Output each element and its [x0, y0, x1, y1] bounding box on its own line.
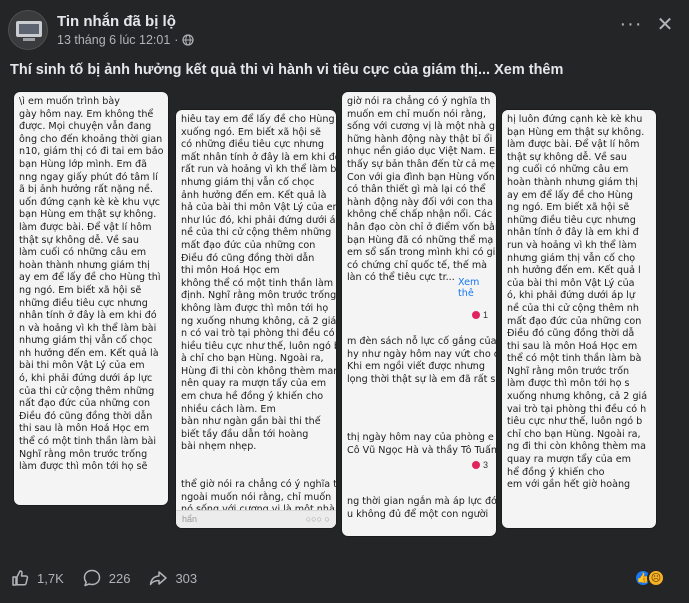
photo-4[interactable]: hị luôn đứng cạnh kè kè khu bạn Hùng em … [502, 110, 656, 528]
photo-3-see-more: Xem thê [458, 277, 480, 299]
photo-3-mid-text: m đèn sách nỗ lực cố gắng của hy như ngà… [347, 336, 496, 385]
comment-icon [83, 569, 100, 587]
thumbs-up-icon [12, 570, 29, 586]
photo-1-text: \ì em muốn trình bày gày hôm nay. Em khô… [19, 96, 164, 473]
close-icon[interactable]: ✕ [651, 12, 679, 36]
like-button[interactable]: 1,7K [10, 568, 64, 588]
see-more-link[interactable]: Xem thêm [494, 62, 563, 78]
photo-3-lower-text: thị ngày hôm nay của phòng e Cô Vũ Ngọc … [347, 432, 496, 456]
sad-reaction-icon: ☹ [647, 569, 665, 587]
photo-2-text: hiêu tay em để lấy đề cho Hùng thì xuống… [181, 114, 336, 528]
heart-icon [471, 311, 480, 319]
photo-3-reactions-2: 3 [471, 460, 488, 470]
post-caption: Thí sinh tố bị ảnh hưởng kết quả thi vì … [10, 62, 563, 78]
photo-2[interactable]: hiêu tay em để lấy đề cho Hùng thì xuống… [176, 110, 336, 528]
action-bar: 1,7K 226 303 [10, 568, 197, 588]
post-meta: 13 tháng 6 lúc 12:01 · [57, 33, 195, 47]
author-name[interactable]: Tin nhắn đã bị lộ [57, 13, 194, 30]
page-avatar[interactable] [8, 10, 48, 50]
meta-separator: · [174, 33, 179, 47]
photo-4-text: hị luôn đứng cạnh kè kè khu bạn Hùng em … [507, 114, 648, 491]
photo-3-bottom-text: ng thời gian ngắn mà áp lực đó u không đ… [347, 496, 496, 520]
photo-2-bar-right: ○○○ ○ [305, 514, 330, 524]
share-icon [150, 571, 168, 586]
photo-3-reactions-1: 1 [471, 310, 488, 320]
comment-count: 226 [108, 570, 131, 586]
globe-icon [182, 34, 195, 46]
comment-button[interactable]: 226 [82, 568, 131, 588]
post-header: Tin nhắn đã bị lộ 13 tháng 6 lúc 12:01 · [8, 6, 195, 54]
photo-2-bar-left: hẩn [182, 514, 198, 524]
photo-3[interactable]: giờ nói ra chẳng có ý nghĩa th muốn em c… [342, 92, 496, 536]
share-count: 303 [175, 570, 198, 586]
reaction-summary[interactable]: 👍 ☹ [634, 569, 665, 587]
photo-2-bottom-bar: hẩn ○○○ ○ [176, 510, 336, 528]
post-timestamp[interactable]: 13 tháng 6 lúc 12:01 [57, 33, 170, 47]
heart-icon [471, 461, 480, 469]
like-count: 1,7K [37, 570, 64, 586]
more-options-icon[interactable]: ··· [617, 12, 645, 36]
caption-text: Thí sinh tố bị ảnh hưởng kết quả thi vì … [10, 62, 491, 78]
photo-1[interactable]: \ì em muốn trình bày gày hôm nay. Em khô… [14, 92, 168, 505]
photo-grid: \ì em muốn trình bày gày hôm nay. Em khô… [0, 84, 689, 544]
facebook-post: Tin nhắn đã bị lộ 13 tháng 6 lúc 12:01 ·… [0, 0, 689, 603]
share-button[interactable]: 303 [148, 568, 197, 588]
photo-3-text: giờ nói ra chẳng có ý nghĩa th muốn em c… [347, 96, 496, 284]
